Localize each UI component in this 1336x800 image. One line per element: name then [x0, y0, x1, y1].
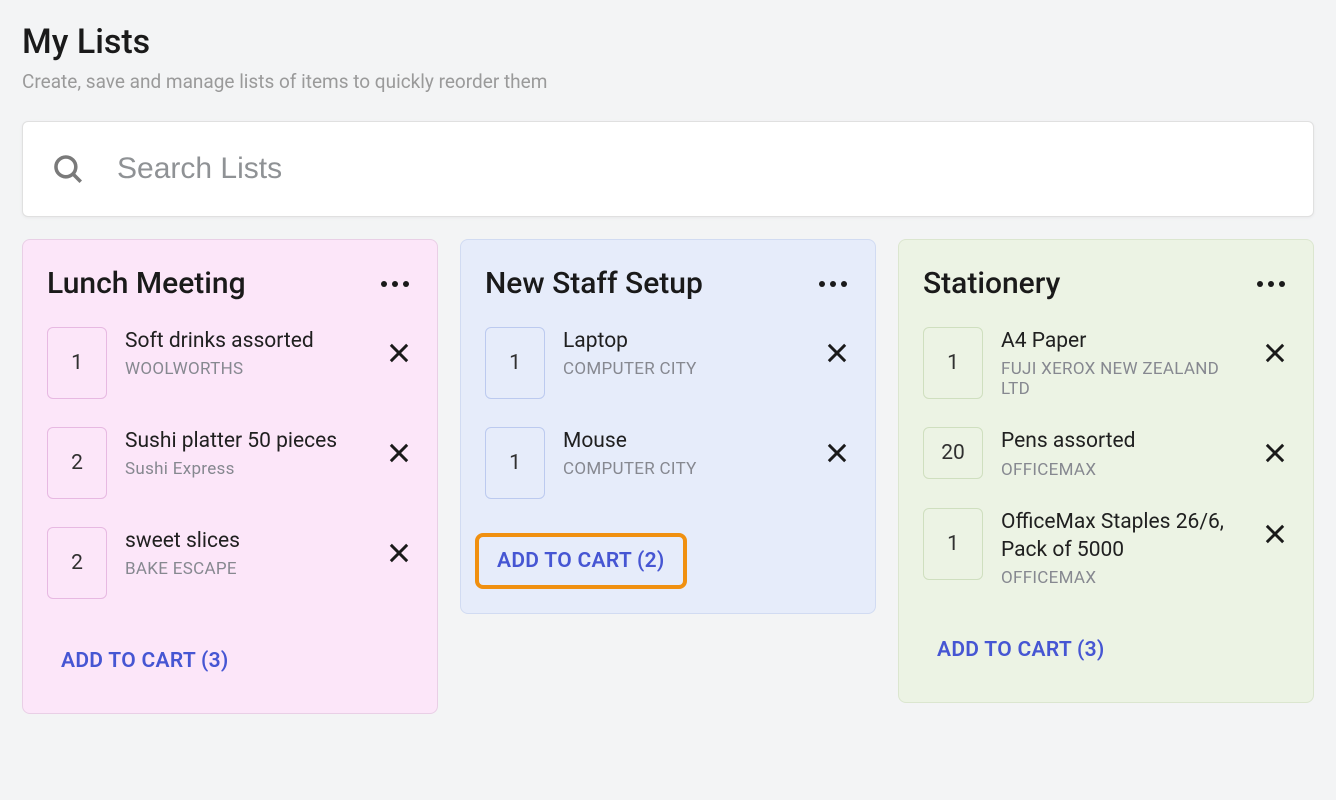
close-icon[interactable] [385, 539, 413, 567]
quantity-box[interactable]: 2 [47, 527, 107, 599]
add-to-cart-button[interactable]: ADD TO CART (3) [39, 633, 251, 689]
item-name: Mouse [563, 427, 805, 455]
search-icon [51, 152, 85, 186]
item-vendor: OFFICEMAX [1001, 460, 1243, 480]
quantity-box[interactable]: 1 [485, 327, 545, 399]
list-card: Lunch Meeting 1 Soft drinks assorted WOOLWO… [22, 239, 438, 714]
quantity-box[interactable]: 20 [923, 427, 983, 479]
item-text: Laptop COMPUTER CITY [563, 327, 805, 379]
add-to-cart-button[interactable]: ADD TO CART (3) [915, 622, 1127, 678]
item-name: Laptop [563, 327, 805, 355]
add-to-cart-button[interactable]: ADD TO CART (2) [475, 533, 687, 589]
item-text: A4 Paper FUJI XEROX NEW ZEALAND LTD [1001, 327, 1243, 399]
item-text: sweet slices BAKE ESCAPE [125, 527, 367, 579]
item-name: Sushi platter 50 pieces [125, 427, 367, 455]
list-item: 2 sweet slices BAKE ESCAPE [47, 527, 413, 599]
item-vendor: OFFICEMAX [1001, 568, 1243, 588]
close-icon[interactable] [823, 439, 851, 467]
item-name: Pens assorted [1001, 427, 1243, 455]
item-text: Mouse COMPUTER CITY [563, 427, 805, 479]
search-input[interactable] [117, 152, 1285, 186]
item-vendor: COMPUTER CITY [563, 459, 805, 479]
item-vendor: Sushi Express [125, 459, 367, 479]
item-name: Soft drinks assorted [125, 327, 367, 355]
item-vendor: COMPUTER CITY [563, 359, 805, 379]
more-icon[interactable] [1253, 277, 1289, 291]
list-item: 1 A4 Paper FUJI XEROX NEW ZEALAND LTD [923, 327, 1289, 399]
item-text: OfficeMax Staples 26/6, Pack of 5000 OFFI… [1001, 508, 1243, 589]
item-name: OfficeMax Staples 26/6, Pack of 5000 [1001, 508, 1243, 565]
page-title: My Lists [22, 22, 1314, 62]
list-item: 1 Mouse COMPUTER CITY [485, 427, 851, 499]
list-item: 20 Pens assorted OFFICEMAX [923, 427, 1289, 479]
close-icon[interactable] [1261, 339, 1289, 367]
close-icon[interactable] [1261, 439, 1289, 467]
item-text: Pens assorted OFFICEMAX [1001, 427, 1243, 479]
item-vendor: BAKE ESCAPE [125, 559, 367, 579]
item-name: sweet slices [125, 527, 367, 555]
card-title: Lunch Meeting [47, 266, 246, 301]
quantity-box[interactable]: 1 [47, 327, 107, 399]
card-title: Stationery [923, 266, 1060, 301]
card-header: New Staff Setup [485, 266, 851, 301]
item-vendor: WOOLWORTHS [125, 359, 367, 379]
list-card: Stationery 1 A4 Paper FUJI XEROX NEW ZEALAN… [898, 239, 1314, 703]
item-text: Sushi platter 50 pieces Sushi Express [125, 427, 367, 479]
page-subtitle: Create, save and manage lists of items t… [22, 70, 1314, 93]
card-header: Stationery [923, 266, 1289, 301]
card-header: Lunch Meeting [47, 266, 413, 301]
list-item: 1 Soft drinks assorted WOOLWORTHS [47, 327, 413, 399]
list-item: 2 Sushi platter 50 pieces Sushi Express [47, 427, 413, 499]
close-icon[interactable] [823, 339, 851, 367]
item-text: Soft drinks assorted WOOLWORTHS [125, 327, 367, 379]
list-item: 1 OfficeMax Staples 26/6, Pack of 5000 OFF… [923, 508, 1289, 589]
close-icon[interactable] [1261, 520, 1289, 548]
list-card: New Staff Setup 1 Laptop COMPUTER CITY 1 Mous… [460, 239, 876, 614]
more-icon[interactable] [377, 277, 413, 291]
search-container [22, 121, 1314, 217]
item-name: A4 Paper [1001, 327, 1243, 355]
close-icon[interactable] [385, 439, 413, 467]
card-title: New Staff Setup [485, 266, 703, 301]
item-vendor: FUJI XEROX NEW ZEALAND LTD [1001, 359, 1243, 399]
close-icon[interactable] [385, 339, 413, 367]
more-icon[interactable] [815, 277, 851, 291]
quantity-box[interactable]: 2 [47, 427, 107, 499]
list-item: 1 Laptop COMPUTER CITY [485, 327, 851, 399]
quantity-box[interactable]: 1 [485, 427, 545, 499]
quantity-box[interactable]: 1 [923, 508, 983, 580]
quantity-box[interactable]: 1 [923, 327, 983, 399]
cards-container: Lunch Meeting 1 Soft drinks assorted WOOLWO… [22, 239, 1314, 714]
